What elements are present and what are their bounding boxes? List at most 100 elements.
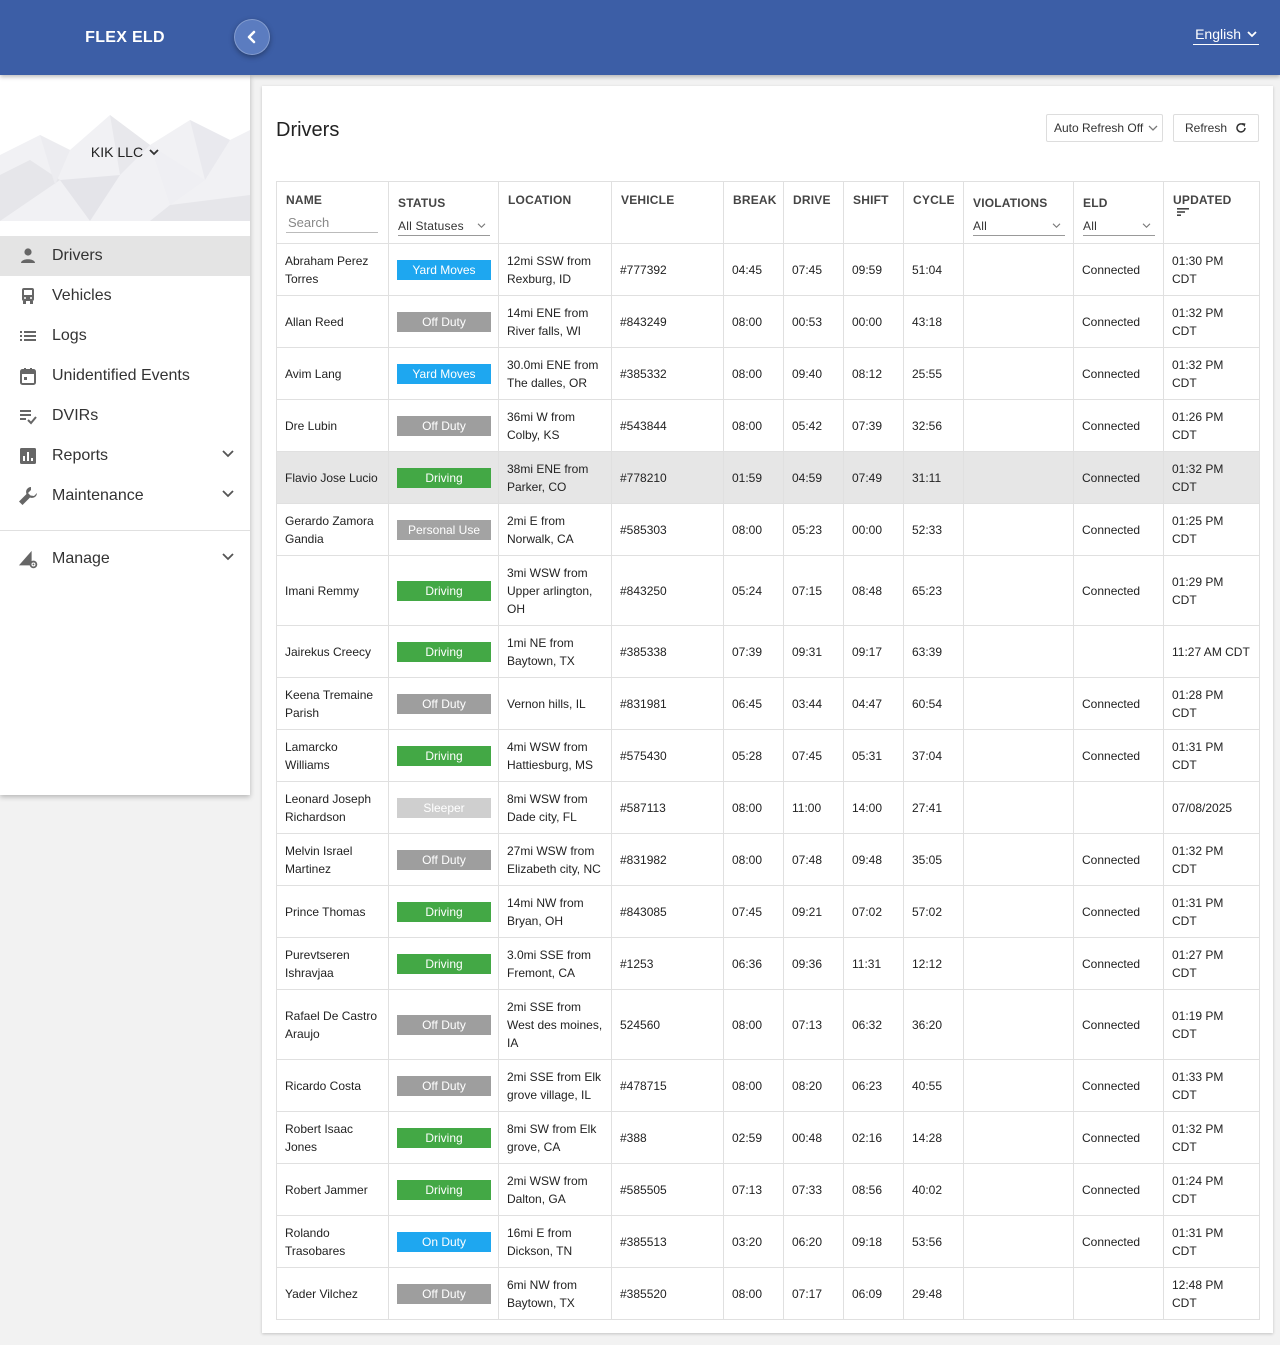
sidebar-item-unidentified-events[interactable]: Unidentified Events (0, 356, 250, 396)
cell-name[interactable]: Yader Vilchez (276, 1267, 389, 1320)
column-header-eld[interactable]: ELD All (1073, 181, 1164, 244)
updated-value: 01:32 PM CDT (1172, 1121, 1224, 1154)
status-filter-value: All Statuses (398, 218, 464, 233)
table-row[interactable]: Lamarcko Williams Driving 4mi WSW from Hat… (276, 729, 1260, 782)
language-selector[interactable]: English (1193, 26, 1259, 45)
table-row[interactable]: Robert Isaac Jones Driving 8mi SW from Elk… (276, 1111, 1260, 1164)
status-badge: Driving (397, 1127, 491, 1148)
drive-value: 04:59 (792, 470, 823, 485)
cell-drive: 07:15 (783, 555, 844, 626)
violations-filter-select[interactable]: All (973, 216, 1065, 236)
table-row[interactable]: Imani Remmy Driving 3mi WSW from Upper arl… (276, 555, 1260, 626)
cell-name[interactable]: Robert Isaac Jones (276, 1111, 389, 1164)
vehicle-value: #575430 (620, 748, 667, 763)
cycle-value: 37:04 (912, 748, 943, 763)
name-value: Leonard Joseph Richardson (285, 791, 372, 824)
cell-name[interactable]: Dre Lubin (276, 399, 389, 452)
shift-value: 14:00 (852, 800, 883, 815)
cell-name[interactable]: Robert Jammer (276, 1163, 389, 1216)
cell-vehicle: #585303 (611, 503, 724, 556)
cell-vehicle: #385338 (611, 625, 724, 678)
table-row[interactable]: Jairekus Creecy Driving 1mi NE from Baytow… (276, 625, 1260, 678)
table-row[interactable]: Melvin Israel Martinez Off Duty 27mi WSW f… (276, 833, 1260, 886)
name-search-input[interactable] (286, 213, 378, 233)
sidebar-item-dvirs[interactable]: DVIRs (0, 396, 250, 436)
cell-name[interactable]: Leonard Joseph Richardson (276, 781, 389, 834)
cell-name[interactable]: Abraham Perez Torres (276, 243, 389, 296)
cell-name[interactable]: Prince Thomas (276, 885, 389, 938)
table-row[interactable]: Robert Jammer Driving 2mi WSW from Dalton,… (276, 1163, 1260, 1216)
table-row[interactable]: Rolando Trasobares On Duty 16mi E from Dic… (276, 1215, 1260, 1268)
cell-updated: 01:32 PM CDT (1163, 1111, 1260, 1164)
cell-name[interactable]: Imani Remmy (276, 555, 389, 626)
table-row[interactable]: Dre Lubin Off Duty 36mi W from Colby, KS #5… (276, 399, 1260, 452)
cell-name[interactable]: Avim Lang (276, 347, 389, 400)
shift-value: 08:12 (852, 366, 883, 381)
brand-logo[interactable]: FLEX ELD (0, 0, 250, 75)
refresh-button[interactable]: Refresh (1173, 114, 1259, 142)
vehicle-value: #587113 (620, 800, 666, 815)
column-header-status[interactable]: STATUS All Statuses (388, 181, 499, 244)
sort-icon[interactable] (1177, 207, 1189, 217)
cell-eld: Connected (1073, 833, 1164, 886)
sidebar-item-manage[interactable]: Manage (0, 539, 250, 579)
table-row[interactable]: Allan Reed Off Duty 14mi ENE from River fa… (276, 295, 1260, 348)
cell-status: Driving (388, 625, 499, 678)
cell-name[interactable]: Melvin Israel Martinez (276, 833, 389, 886)
cell-violations (963, 347, 1074, 400)
eld-filter-select[interactable]: All (1083, 216, 1155, 236)
updated-value: 01:30 PM CDT (1172, 253, 1224, 286)
auto-refresh-select[interactable]: Auto Refresh Off (1046, 114, 1163, 142)
name-value: Flavio Jose Lucio (285, 470, 378, 485)
cell-name[interactable]: Purevtseren Ishravjaa (276, 937, 389, 990)
cell-violations (963, 729, 1074, 782)
table-row[interactable]: Yader Vilchez Off Duty 6mi NW from Baytown… (276, 1267, 1260, 1320)
cell-name[interactable]: Flavio Jose Lucio (276, 451, 389, 504)
cell-name[interactable]: Gerardo Zamora Gandia (276, 503, 389, 556)
cell-location: Vernon hills, IL (498, 677, 612, 730)
location-value: 8mi WSW from Dade city, FL (507, 791, 588, 824)
shift-value: 11:31 (852, 956, 882, 971)
sidebar-item-maintenance[interactable]: Maintenance (0, 476, 250, 516)
status-filter-select[interactable]: All Statuses (398, 216, 490, 236)
vehicle-value: #777392 (620, 262, 667, 277)
location-value: 2mi SSE from West des moines, IA (507, 999, 603, 1050)
cell-name[interactable]: Rolando Trasobares (276, 1215, 389, 1268)
shift-value: 08:56 (852, 1182, 883, 1197)
column-header-violations[interactable]: VIOLATIONS All (963, 181, 1074, 244)
table-row[interactable]: Purevtseren Ishravjaa Driving 3.0mi SSE fr… (276, 937, 1260, 990)
table-row[interactable]: Keena Tremaine Parish Off Duty Vernon hill… (276, 677, 1260, 730)
cell-location: 8mi SW from Elk grove, CA (498, 1111, 612, 1164)
cell-name[interactable]: Allan Reed (276, 295, 389, 348)
location-value: 30.0mi ENE from The dalles, OR (507, 357, 599, 390)
table-row[interactable]: Rafael De Castro Araujo Off Duty 2mi SSE f… (276, 989, 1260, 1060)
vehicle-value: #543844 (620, 418, 667, 433)
table-row[interactable]: Leonard Joseph Richardson Sleeper 8mi WSW … (276, 781, 1260, 834)
table-header-row: NAME STATUS All Statuses LOCATION VEHICL… (276, 181, 1260, 244)
table-row[interactable]: Abraham Perez Torres Yard Moves 12mi SSW f… (276, 243, 1260, 296)
cell-name[interactable]: Keena Tremaine Parish (276, 677, 389, 730)
sidebar-item-vehicles[interactable]: Vehicles (0, 276, 250, 316)
cell-name[interactable]: Jairekus Creecy (276, 625, 389, 678)
column-header-updated[interactable]: UPDATED (1163, 181, 1260, 244)
table-row[interactable]: Prince Thomas Driving 14mi NW from Bryan, … (276, 885, 1260, 938)
table-row[interactable]: Flavio Jose Lucio Driving 38mi ENE from Pa… (276, 451, 1260, 504)
vehicle-value: #831982 (620, 852, 667, 867)
cell-name[interactable]: Lamarcko Williams (276, 729, 389, 782)
sidebar-item-logs[interactable]: Logs (0, 316, 250, 356)
location-value: 14mi ENE from River falls, WI (507, 305, 589, 338)
sidebar-item-reports[interactable]: Reports (0, 436, 250, 476)
table-row[interactable]: Ricardo Costa Off Duty 2mi SSE from Elk gr… (276, 1059, 1260, 1112)
table-row[interactable]: Avim Lang Yard Moves 30.0mi ENE from The d… (276, 347, 1260, 400)
column-header-name[interactable]: NAME (276, 181, 389, 244)
sidebar-item-drivers[interactable]: Drivers (0, 236, 250, 276)
column-title: BREAK (733, 193, 777, 207)
table-row[interactable]: Gerardo Zamora Gandia Personal Use 2mi E f… (276, 503, 1260, 556)
cell-name[interactable]: Rafael De Castro Araujo (276, 989, 389, 1060)
cell-name[interactable]: Ricardo Costa (276, 1059, 389, 1112)
cycle-value: 51:04 (912, 262, 943, 277)
eld-value: Connected (1082, 470, 1141, 485)
org-selector[interactable]: KIK LLC (0, 144, 250, 160)
cell-violations (963, 677, 1074, 730)
collapse-sidebar-button[interactable] (234, 19, 270, 55)
